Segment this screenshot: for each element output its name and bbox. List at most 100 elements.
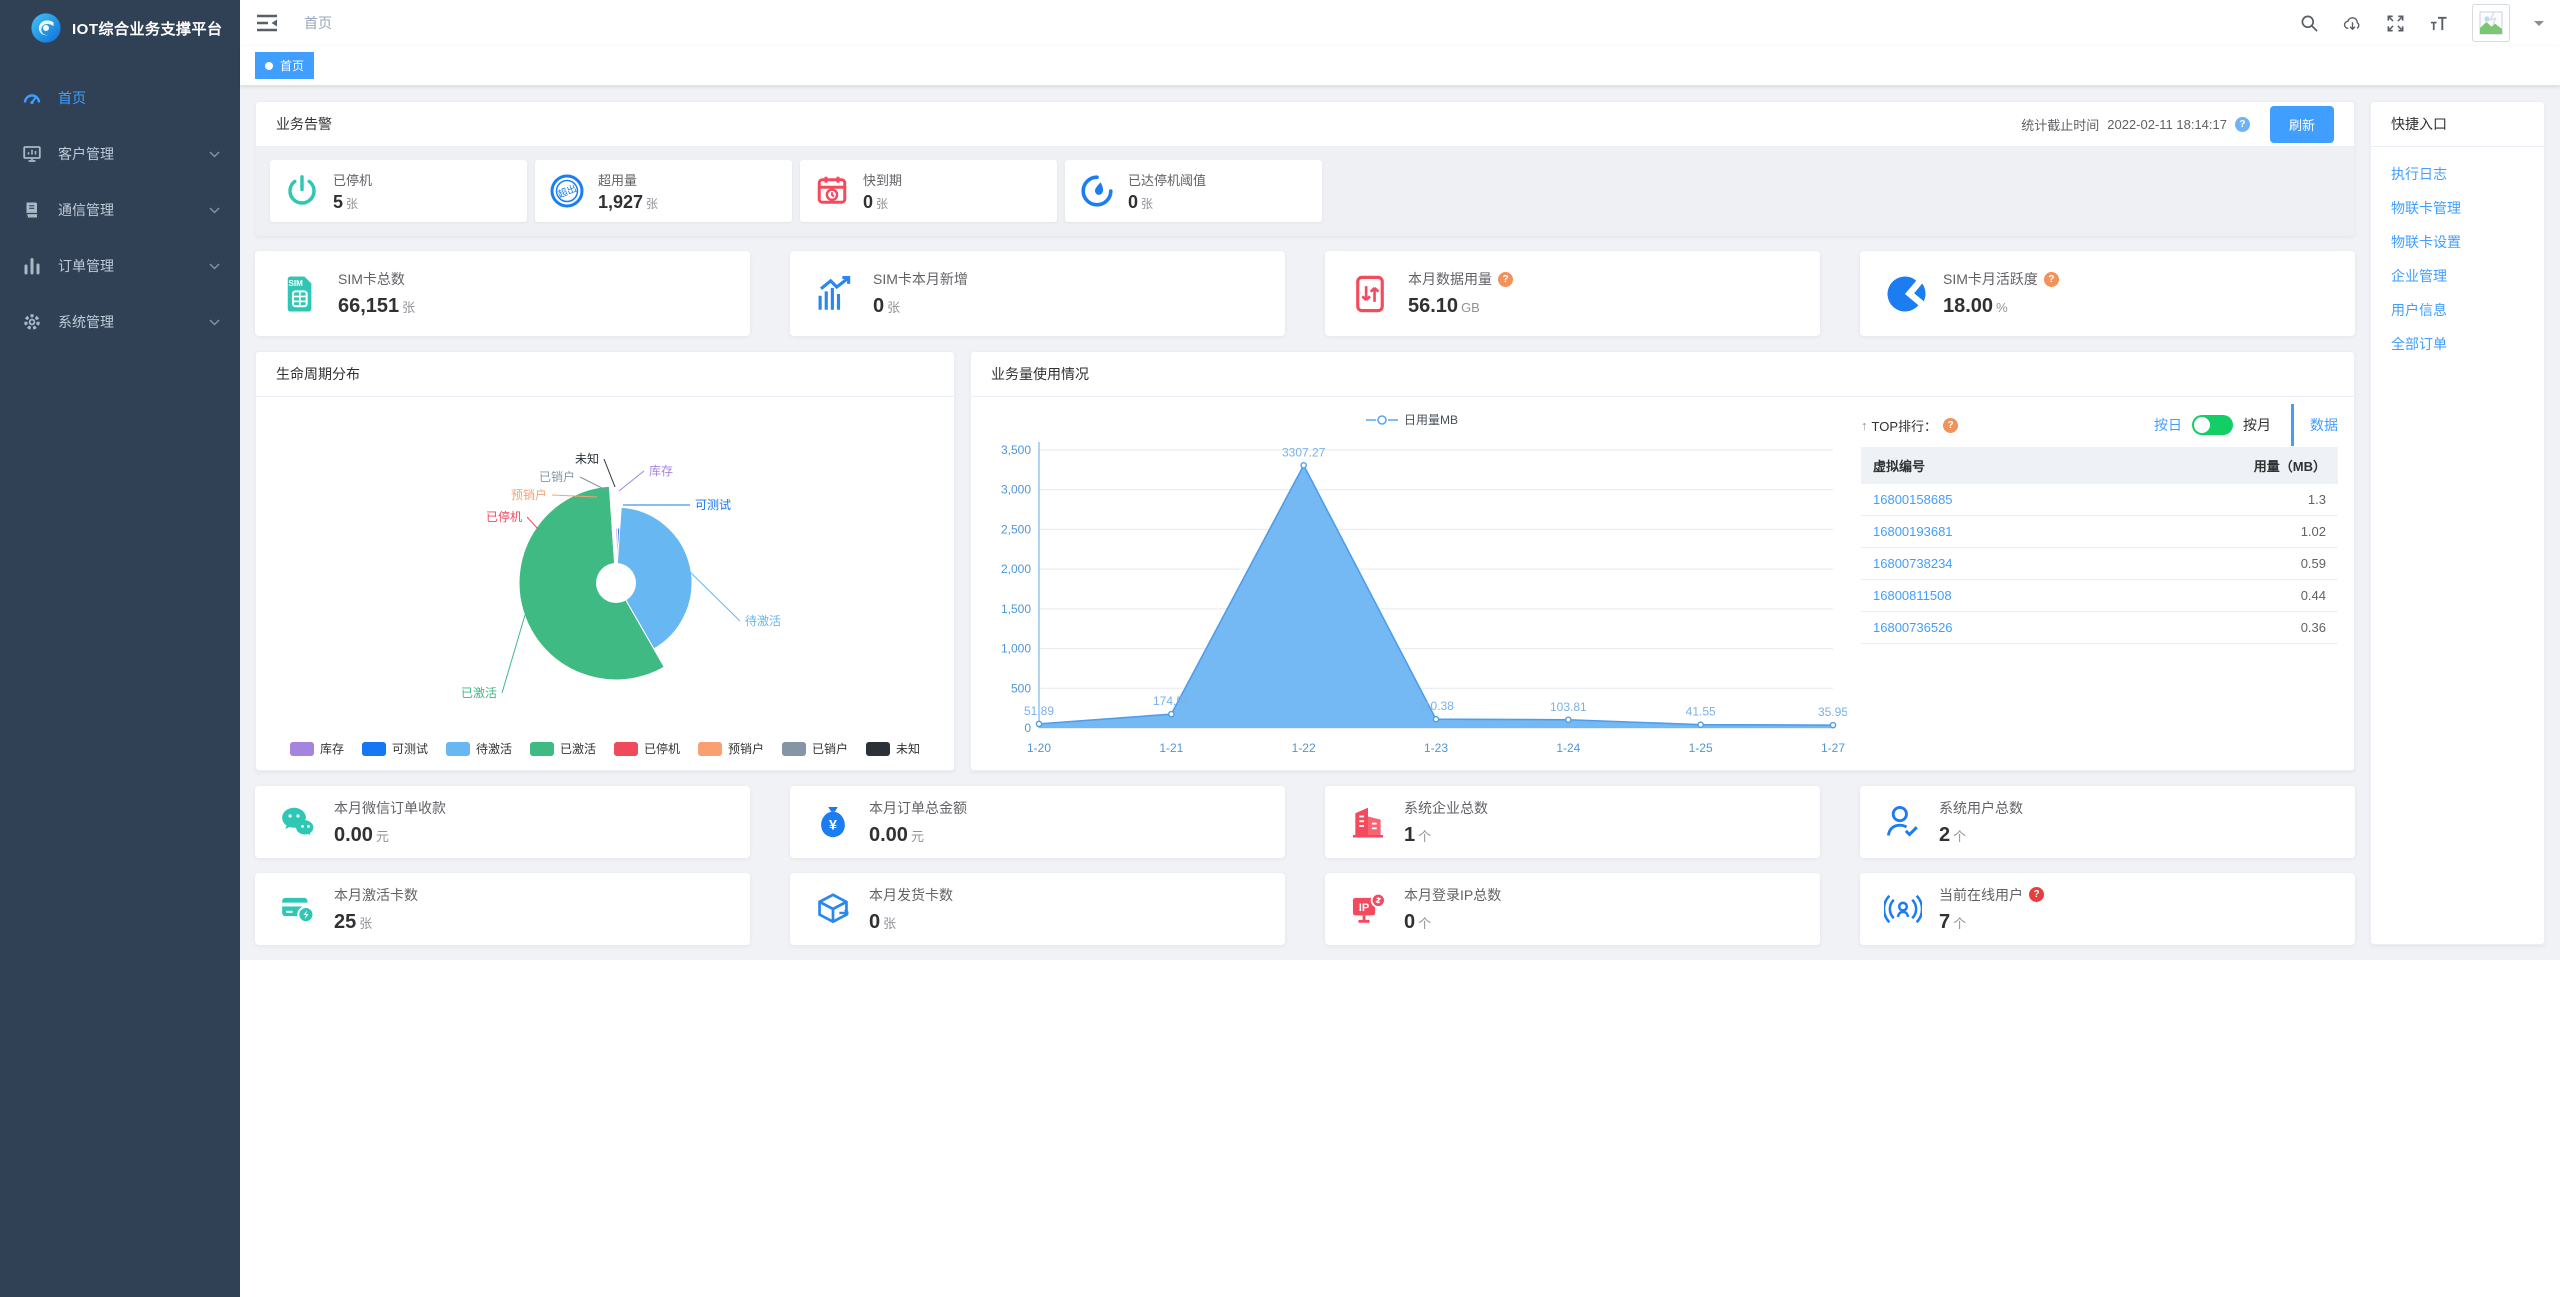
data-point[interactable] — [1829, 721, 1837, 729]
svg-text:500: 500 — [1011, 681, 1031, 695]
sim-card-icon: SIM — [287, 276, 312, 311]
pie-label: 已销户 — [539, 469, 575, 484]
pie-activity-icon — [1887, 276, 1926, 311]
data-label: 41.55 — [1686, 705, 1716, 719]
collapse-sidebar-icon[interactable] — [256, 14, 278, 32]
alert-card-threshold: 已达停机阈值 0张 — [1065, 160, 1322, 222]
x-tick-label: 1-24 — [1556, 741, 1580, 755]
question-icon[interactable]: ? — [2029, 887, 2044, 902]
breadcrumb[interactable]: 首页 — [304, 13, 332, 33]
data-point[interactable] — [1697, 721, 1704, 728]
avatar[interactable] — [2472, 4, 2510, 42]
caret-down-icon[interactable] — [2534, 20, 2544, 31]
stat-value: 0.00 元 — [334, 823, 389, 846]
alert-value: 5张 — [333, 191, 359, 212]
tab-label: 首页 — [280, 59, 305, 73]
lifecycle-pie-chart: 库存 可测试 待激活 已激活 已停机 预销户 已销户 未知 库存 可测试 待激活 已激活 已停机 预销户… — [256, 397, 954, 770]
dashboard-icon — [23, 94, 41, 105]
x-tick-label: 1-23 — [1424, 741, 1448, 755]
table-row[interactable]: 16800811508 0.44 — [1861, 579, 2338, 612]
pie-label: 预销户 — [511, 487, 547, 502]
alert-label: 已停机 — [333, 172, 373, 188]
stat-card-login-ip: IP 本月登录IP总数 0个 — [1325, 873, 1820, 945]
data-point[interactable] — [1565, 716, 1572, 724]
stat-value: 0张 — [869, 910, 897, 933]
data-tab[interactable]: 数据 — [2291, 404, 2338, 446]
pie-label: 已停机 — [486, 509, 522, 524]
cloud-download-icon[interactable] — [2343, 14, 2362, 33]
refresh-button[interactable]: 刷新 — [2269, 105, 2334, 143]
stat-label: SIM卡本月新增 — [873, 271, 968, 287]
question-icon[interactable]: ? — [2234, 116, 2250, 132]
usage-svg: 0 500 1,000 1,500 2,000 2,500 3,000 3,500 51.89 1… — [1001, 442, 1847, 755]
legend-item[interactable]: 预销户 — [698, 740, 764, 757]
data-label: 110.38 — [1418, 699, 1454, 713]
svg-text:1,500: 1,500 — [1001, 602, 1031, 616]
legend-item[interactable]: 可测试 — [361, 740, 428, 757]
question-icon[interactable]: ? — [1498, 271, 1513, 287]
lifecycle-panel: 生命周期分布 库存 可测试 待激活 已激活 已停机 预销户 已销户 未知 库存 可测试 待激活 已激… — [255, 351, 955, 771]
money-bag-icon: ¥ — [821, 806, 845, 838]
sidebar-item-orders[interactable]: 订单管理 — [0, 238, 240, 294]
sidebar-item-home[interactable]: 首页 — [0, 70, 240, 126]
quick-entry-panel: 快捷入口 执行日志 物联卡管理 物联卡设置 企业管理 用户信息 全部订单 — [2370, 101, 2545, 945]
quick-link-enterprise[interactable]: 企业管理 — [2391, 269, 2524, 283]
pie-label: 库存 — [649, 463, 673, 478]
svg-text:2,000: 2,000 — [1001, 562, 1031, 576]
alerts-title: 业务告警 — [276, 116, 332, 132]
question-icon[interactable]: ? — [1943, 417, 1958, 433]
legend-item[interactable]: 未知 — [866, 740, 920, 757]
toggle-daily-label[interactable]: 按日 — [2154, 415, 2182, 435]
legend-item[interactable]: 待激活 — [445, 740, 512, 757]
stat-value: 66,151 张 — [338, 295, 416, 317]
data-label: 3307.27 — [1282, 445, 1326, 459]
legend-item[interactable]: 已激活 — [529, 740, 596, 757]
data-point[interactable] — [1432, 715, 1440, 723]
quick-link-all-orders[interactable]: 全部订单 — [2391, 337, 2524, 351]
stat-value: 0张 — [873, 295, 901, 317]
alert-value: 1,927 张 — [598, 191, 659, 212]
sidebar-item-label: 通信管理 — [58, 202, 114, 218]
svg-text:0: 0 — [1024, 721, 1031, 735]
legend-item[interactable]: 已停机 — [614, 740, 680, 757]
toggle-monthly-label[interactable]: 按月 — [2243, 415, 2271, 435]
stat-card-wechat-income: 本月微信订单收款 0.00 元 — [255, 786, 750, 858]
search-icon[interactable] — [2300, 14, 2319, 33]
tabbar: 首页 — [240, 46, 2560, 86]
stat-card-shipped-cards: 本月发货卡数 0张 — [790, 873, 1285, 945]
day-month-toggle[interactable] — [2192, 415, 2233, 435]
table-row[interactable]: 16800738234 0.59 — [1861, 547, 2338, 580]
legend-item[interactable]: 库存 — [289, 740, 344, 757]
sidebar-item-communication[interactable]: 通信管理 — [0, 182, 240, 238]
quick-link-card-settings[interactable]: 物联卡设置 — [2391, 235, 2524, 249]
app-title: IOT综合业务支撑平台 — [72, 20, 223, 38]
fullscreen-icon[interactable] — [2386, 14, 2405, 33]
question-icon[interactable]: ? — [2043, 271, 2059, 287]
logo: IOT综合业务支撑平台 — [0, 0, 240, 56]
quick-link-user-info[interactable]: 用户信息 — [2391, 303, 2524, 317]
stat-label: 当前在线用户? — [1939, 885, 2044, 905]
stat-card-online-users: 当前在线用户? 7个 — [1860, 873, 2355, 945]
x-tick-label: 1-20 — [1027, 741, 1051, 755]
data-point[interactable] — [1035, 720, 1043, 728]
legend-swatch — [614, 741, 638, 756]
col-virtual-id: 虚拟编号 — [1861, 447, 2109, 484]
table-row[interactable]: 16800193681 1.02 — [1861, 515, 2338, 548]
quick-link-exec-log[interactable]: 执行日志 — [2391, 167, 2524, 181]
legend-label: 库存 — [319, 742, 344, 756]
sim-stats-row: SIM SIM卡总数 66,151 张 SIM卡本月新增 0 张 本月数据用量 … — [255, 251, 2355, 336]
legend-item[interactable]: 已销户 — [782, 740, 848, 757]
tab-home[interactable]: 首页 — [255, 52, 315, 79]
table-row[interactable]: 16800736526 0.36 — [1861, 611, 2338, 644]
data-point[interactable] — [1300, 462, 1307, 469]
sidebar-item-customer[interactable]: 客户管理 — [0, 126, 240, 182]
chevron-down-icon — [209, 150, 220, 158]
package-icon — [818, 893, 849, 924]
table-row[interactable]: 16800158685 1.3 — [1861, 484, 2338, 516]
overuse-stamp-icon: 超出 — [550, 174, 584, 208]
font-size-icon[interactable] — [2429, 14, 2448, 33]
sidebar-item-system[interactable]: 系统管理 — [0, 294, 240, 350]
quick-link-card-mgmt[interactable]: 物联卡管理 — [2391, 201, 2524, 215]
data-point[interactable] — [1168, 710, 1175, 718]
gauge-drop-icon — [1081, 175, 1113, 207]
